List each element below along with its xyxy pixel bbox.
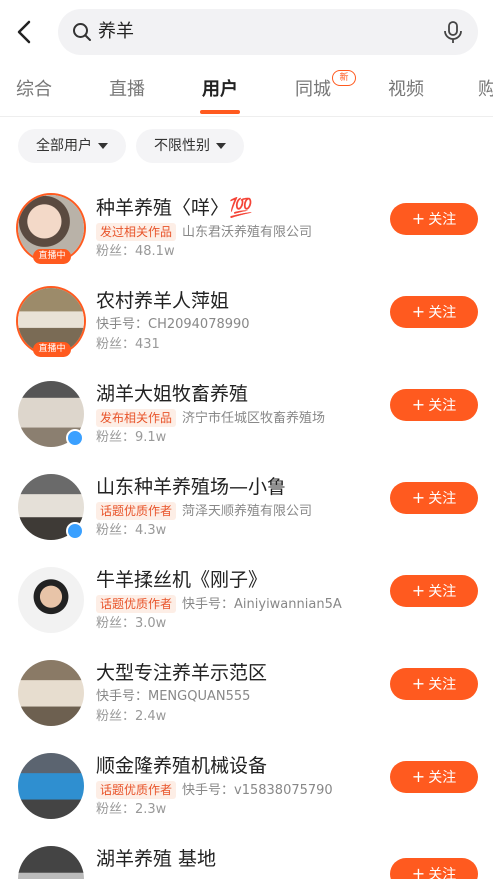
user-info: 快手号：Ainiyiwannian5A (182, 597, 342, 612)
related-tag: 发布相关作品 (96, 409, 177, 427)
avatar[interactable]: 直播中 (18, 288, 84, 357)
follow-button[interactable]: + 关注 (390, 482, 478, 514)
user-name: 顺金隆养殖机械设备 (96, 755, 268, 777)
user-info: 山东君沃养殖有限公司 (182, 225, 313, 240)
user-info-line: 话题优质作者 菏泽天顺养殖有限公司 (96, 502, 312, 521)
follow-label: 关注 (428, 770, 457, 786)
avatar[interactable] (18, 660, 84, 726)
quality-author-tag: 话题优质作者 (96, 595, 177, 613)
plus-icon: + (411, 209, 426, 228)
plus-icon: + (411, 674, 426, 693)
follow-button[interactable]: + 关注 (390, 389, 478, 421)
search-header: 养羊 (0, 0, 493, 64)
filter-user-type[interactable]: 全部用户 (18, 129, 126, 163)
user-info: 快手号：MENGQUAN555 (96, 689, 251, 704)
user-name: 种羊养殖〈咩〉💯 (96, 197, 253, 219)
tab-shop[interactable]: 购 (478, 76, 493, 104)
user-info-line: 发布相关作品 济宁市任城区牧畜养殖场 (96, 409, 325, 428)
user-info: 菏泽天顺养殖有限公司 (182, 504, 313, 519)
fans-count: 粉丝：2.3w (96, 802, 167, 817)
follow-button[interactable]: + 关注 (390, 668, 478, 700)
live-badge: 直播中 (33, 342, 71, 357)
filter-gender[interactable]: 不限性别 (136, 129, 244, 163)
search-input[interactable]: 养羊 (58, 9, 478, 55)
filter-user-type-label: 全部用户 (36, 138, 92, 154)
search-tabs: 综合 直播 用户 同城 视频 购 (0, 66, 493, 117)
quality-author-tag: 话题优质作者 (96, 502, 177, 520)
plus-icon: + (411, 767, 426, 786)
follow-label: 关注 (428, 212, 457, 228)
back-arrow-icon[interactable] (12, 18, 38, 46)
verified-check-icon (66, 522, 84, 540)
follow-label: 关注 (428, 584, 457, 600)
live-badge: 直播中 (33, 249, 71, 264)
follow-label: 关注 (428, 867, 457, 879)
fans-count: 粉丝：9.1w (96, 430, 167, 445)
user-row[interactable]: 湖羊养殖 基地 + 关注 (0, 846, 493, 879)
fans-count: 粉丝：2.4w (96, 709, 167, 724)
search-icon (73, 23, 91, 41)
filter-gender-label: 不限性别 (154, 138, 210, 154)
fans-count: 粉丝：48.1w (96, 244, 175, 259)
user-name: 大型专注养羊示范区 (96, 662, 268, 684)
tab-users[interactable]: 用户 (202, 76, 238, 104)
tab-video[interactable]: 视频 (388, 76, 424, 104)
follow-label: 关注 (428, 677, 457, 693)
user-info-line: 话题优质作者 快手号：Ainiyiwannian5A (96, 595, 342, 614)
caret-down-icon (216, 143, 226, 149)
user-name: 牛羊揉丝机《刚子》 (96, 569, 268, 591)
follow-button[interactable]: + 关注 (390, 575, 478, 607)
user-row[interactable]: 直播中 农村养羊人萍姐 快手号：CH2094078990 粉丝：431 + 关注 (0, 288, 493, 381)
fans-count: 粉丝：3.0w (96, 616, 167, 631)
new-badge: 新 (332, 70, 356, 86)
avatar[interactable]: 直播中 (18, 195, 84, 264)
plus-icon: + (411, 488, 426, 507)
active-tab-indicator (200, 110, 240, 114)
plus-icon: + (411, 302, 426, 321)
user-name: 湖羊大姐牧畜养殖 (96, 383, 249, 405)
user-info: 快手号：v15838075790 (182, 783, 333, 798)
quality-author-tag: 话题优质作者 (96, 781, 177, 799)
user-row[interactable]: 山东种羊养殖场—小鲁 话题优质作者 菏泽天顺养殖有限公司 粉丝：4.3w + 关注 (0, 474, 493, 567)
user-info-line: 话题优质作者 快手号：v15838075790 (96, 781, 333, 800)
search-query: 养羊 (98, 21, 134, 42)
microphone-icon[interactable] (442, 20, 464, 44)
user-info: 济宁市任城区牧畜养殖场 (182, 411, 326, 426)
user-info-line: 发过相关作品 山东君沃养殖有限公司 (96, 223, 312, 242)
user-info: 快手号：CH2094078990 (96, 317, 250, 332)
user-row[interactable]: 大型专注养羊示范区 快手号：MENGQUAN555 粉丝：2.4w + 关注 (0, 660, 493, 753)
tab-local[interactable]: 同城 (295, 76, 331, 104)
avatar[interactable] (18, 381, 84, 447)
user-row[interactable]: 牛羊揉丝机《刚子》 话题优质作者 快手号：Ainiyiwannian5A 粉丝：3… (0, 567, 493, 660)
follow-button[interactable]: + 关注 (390, 761, 478, 793)
user-name: 湖羊养殖 基地 (96, 848, 217, 870)
avatar[interactable] (18, 846, 84, 879)
user-name: 山东种羊养殖场—小鲁 (96, 476, 287, 498)
tab-all[interactable]: 综合 (16, 76, 52, 104)
user-row[interactable]: 直播中 种羊养殖〈咩〉💯 发过相关作品 山东君沃养殖有限公司 粉丝：48.1w +… (0, 195, 493, 288)
tab-live[interactable]: 直播 (109, 76, 145, 104)
plus-icon: + (411, 864, 426, 879)
follow-label: 关注 (428, 491, 457, 507)
follow-label: 关注 (428, 305, 457, 321)
related-tag: 发过相关作品 (96, 223, 177, 241)
follow-button[interactable]: + 关注 (390, 203, 478, 235)
user-row[interactable]: 湖羊大姐牧畜养殖 发布相关作品 济宁市任城区牧畜养殖场 粉丝：9.1w + 关注 (0, 381, 493, 474)
avatar[interactable] (18, 474, 84, 540)
plus-icon: + (411, 395, 426, 414)
user-row[interactable]: 顺金隆养殖机械设备 话题优质作者 快手号：v15838075790 粉丝：2.3w… (0, 753, 493, 846)
follow-button[interactable]: + 关注 (390, 858, 478, 879)
avatar[interactable] (18, 753, 84, 819)
follow-button[interactable]: + 关注 (390, 296, 478, 328)
follow-label: 关注 (428, 398, 457, 414)
plus-icon: + (411, 581, 426, 600)
fans-count: 粉丝：431 (96, 337, 160, 352)
fans-count: 粉丝：4.3w (96, 523, 167, 538)
verified-check-icon (66, 429, 84, 447)
caret-down-icon (98, 143, 108, 149)
user-name: 农村养羊人萍姐 (96, 290, 230, 312)
avatar[interactable] (18, 567, 84, 633)
